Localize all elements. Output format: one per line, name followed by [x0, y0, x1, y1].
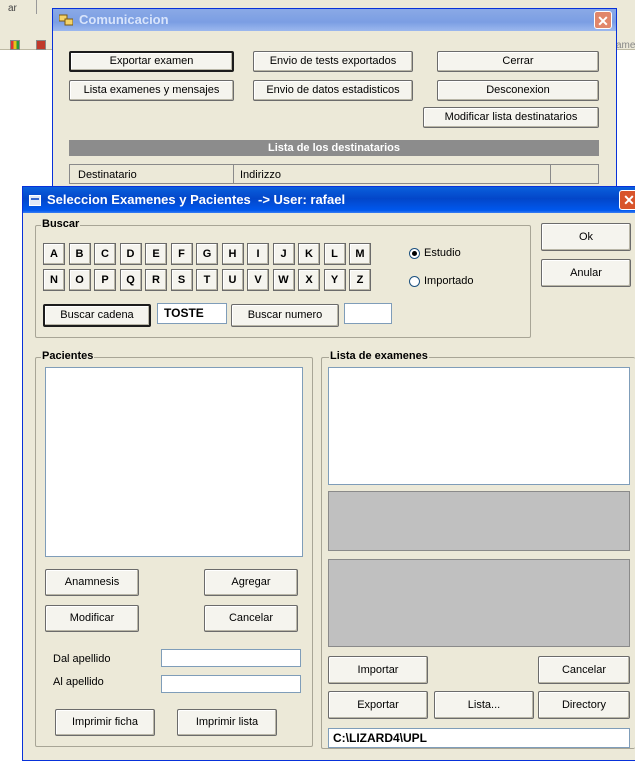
- letter-button-i[interactable]: I: [247, 243, 269, 265]
- letter-button-m[interactable]: M: [349, 243, 371, 265]
- lista-button[interactable]: Lista...: [434, 691, 534, 719]
- letter-button-y[interactable]: Y: [323, 269, 346, 291]
- window-app-icon: [29, 194, 41, 206]
- anamnesis-button[interactable]: Anamnesis: [45, 569, 139, 596]
- examenes-list[interactable]: [328, 367, 630, 485]
- cerrar-button[interactable]: Cerrar: [437, 51, 599, 72]
- comunicacion-window: Comunicacion ✕ Exportar examen Envio de …: [52, 8, 617, 198]
- background-app-icon[interactable]: [10, 40, 20, 50]
- network-icon: [58, 13, 74, 26]
- directory-button[interactable]: Directory: [538, 691, 630, 719]
- seleccion-titlebar[interactable]: Seleccion Examenes y Pacientes -> User: …: [23, 187, 635, 213]
- directory-path-field[interactable]: C:\LIZARD4\UPL: [328, 728, 630, 748]
- examenes-label: Lista de examenes: [329, 350, 429, 362]
- exportar-examen-button[interactable]: Exportar examen: [69, 51, 234, 72]
- letter-button-s[interactable]: S: [170, 269, 193, 291]
- buscar-label: Buscar: [41, 218, 81, 230]
- envio-datos-button[interactable]: Envio de datos estadisticos: [253, 80, 413, 101]
- comunicacion-titlebar[interactable]: Comunicacion ✕: [53, 9, 616, 31]
- importado-label: Importado: [424, 275, 474, 287]
- letters-row-1: ABCDEFGHIJKLM: [43, 243, 383, 265]
- column-divider-2: [550, 165, 551, 183]
- letter-button-h[interactable]: H: [221, 243, 244, 265]
- destinatarios-table-header: Destinatario Indirizzo: [69, 164, 599, 184]
- ok-button[interactable]: Ok: [541, 223, 631, 251]
- search-number-field[interactable]: [344, 303, 392, 324]
- anular-button[interactable]: Anular: [541, 259, 631, 287]
- al-apellido-field[interactable]: [161, 675, 301, 693]
- letter-button-n[interactable]: N: [43, 269, 65, 291]
- importar-button[interactable]: Importar: [328, 656, 428, 684]
- letter-button-k[interactable]: K: [298, 243, 320, 265]
- modificar-button[interactable]: Modificar: [45, 605, 139, 632]
- examenes-panel-1: [328, 491, 630, 551]
- dal-apellido-field[interactable]: [161, 649, 301, 667]
- estudio-radio[interactable]: [409, 248, 420, 259]
- letter-button-q[interactable]: Q: [119, 269, 142, 291]
- letter-button-l[interactable]: L: [323, 243, 346, 265]
- letter-button-v[interactable]: V: [247, 269, 269, 291]
- column-destinatario[interactable]: Destinatario: [78, 169, 137, 181]
- destinatarios-header: Lista de los destinatarios: [69, 140, 599, 156]
- letter-button-d[interactable]: D: [119, 243, 142, 265]
- buscar-cadena-button[interactable]: Buscar cadena: [43, 304, 151, 327]
- seleccion-close-button[interactable]: ✕: [619, 190, 635, 210]
- agregar-button[interactable]: Agregar: [204, 569, 298, 596]
- letter-button-z[interactable]: Z: [349, 269, 371, 291]
- letter-button-u[interactable]: U: [221, 269, 244, 291]
- exportar-button[interactable]: Exportar: [328, 691, 428, 719]
- letter-button-e[interactable]: E: [145, 243, 167, 265]
- imprimir-ficha-button[interactable]: Imprimir ficha: [55, 709, 155, 736]
- letter-button-b[interactable]: B: [68, 243, 91, 265]
- column-indirizzo[interactable]: Indirizzo: [240, 169, 281, 181]
- modificar-lista-button[interactable]: Modificar lista destinatarios: [423, 107, 599, 128]
- imprimir-lista-button[interactable]: Imprimir lista: [177, 709, 277, 736]
- seleccion-window: Seleccion Examenes y Pacientes -> User: …: [22, 186, 635, 761]
- al-apellido-label: Al apellido: [53, 676, 104, 688]
- desconexion-button[interactable]: Desconexion: [437, 80, 599, 101]
- background-app-icon-2[interactable]: [36, 40, 46, 50]
- letter-button-p[interactable]: P: [94, 269, 116, 291]
- pacientes-cancelar-button[interactable]: Cancelar: [204, 605, 298, 632]
- letter-button-f[interactable]: F: [170, 243, 193, 265]
- radio-selected-dot: [412, 251, 417, 256]
- envio-tests-button[interactable]: Envio de tests exportados: [253, 51, 413, 72]
- letter-button-w[interactable]: W: [272, 269, 295, 291]
- letter-button-r[interactable]: R: [145, 269, 167, 291]
- lista-examenes-mensajes-button[interactable]: Lista examenes y mensajes: [69, 80, 234, 101]
- dal-apellido-label: Dal apellido: [53, 653, 111, 665]
- letter-button-x[interactable]: X: [298, 269, 320, 291]
- search-string-field[interactable]: TOSTE: [157, 303, 227, 324]
- letter-button-c[interactable]: C: [94, 243, 116, 265]
- letter-button-a[interactable]: A: [43, 243, 65, 265]
- examenes-panel-2: [328, 559, 630, 647]
- letter-button-g[interactable]: G: [196, 243, 218, 265]
- letters-row-2: NOPQRSTUVWXYZ: [43, 269, 383, 291]
- buscar-numero-button[interactable]: Buscar numero: [231, 304, 339, 327]
- comunicacion-title: Comunicacion: [79, 12, 169, 27]
- letter-button-t[interactable]: T: [196, 269, 218, 291]
- column-divider: [233, 165, 234, 183]
- comunicacion-close-button[interactable]: ✕: [594, 11, 612, 29]
- pacientes-label: Pacientes: [41, 350, 95, 362]
- estudio-label: Estudio: [424, 247, 461, 259]
- examenes-cancelar-button[interactable]: Cancelar: [538, 656, 630, 684]
- importado-radio[interactable]: [409, 276, 420, 287]
- background-label-fragment: ame: [616, 40, 635, 51]
- seleccion-title: Seleccion Examenes y Pacientes -> User: …: [47, 192, 346, 207]
- letter-button-o[interactable]: O: [68, 269, 91, 291]
- background-divider: [36, 0, 37, 14]
- letter-button-j[interactable]: J: [272, 243, 295, 265]
- pacientes-list[interactable]: [45, 367, 303, 557]
- background-menu-fragment: ar: [8, 3, 17, 14]
